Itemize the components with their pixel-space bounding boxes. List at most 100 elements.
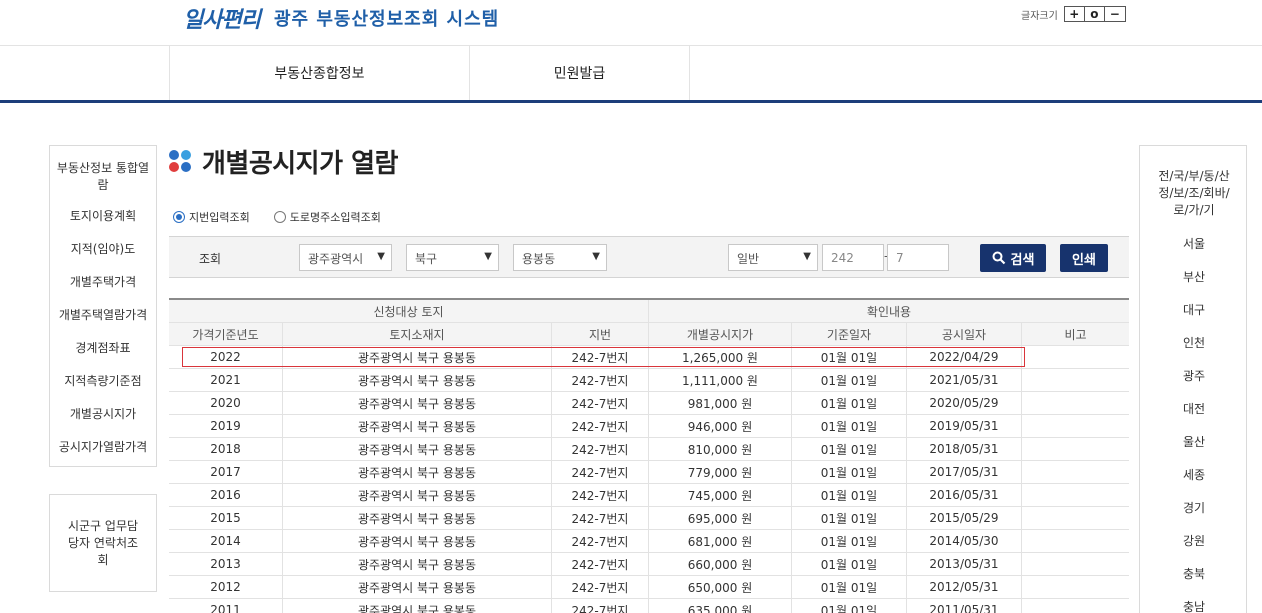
table-row[interactable]: 2018 광주광역시 북구 용봉동 242-7번지 810,000 원 01월 01일 2… [169,438,1129,461]
cell-year: 2019 [169,415,283,437]
region-link-gyeonggi[interactable]: 경기 [1140,499,1248,516]
cell-note [1022,369,1129,391]
sidebar-item-integrated-view[interactable]: 부동산정보 통합열람 [50,160,156,194]
table-row[interactable]: 2020 광주광역시 북구 용봉동 242-7번지 981,000 원 01월 01일 2… [169,392,1129,415]
cell-note [1022,599,1129,613]
search-button[interactable]: 검색 [980,244,1046,272]
cell-price: 1,265,000 원 [649,346,792,368]
region-link-daejeon[interactable]: 대전 [1140,400,1248,417]
region-link-gwangju[interactable]: 광주 [1140,367,1248,384]
region-link-chungbuk[interactable]: 충북 [1140,565,1248,582]
cell-lot: 242-7번지 [552,415,649,437]
region-link-sejong[interactable]: 세종 [1140,466,1248,483]
cell-note [1022,392,1129,414]
cell-note [1022,507,1129,529]
left-sidebar: 부동산정보 통합열람 토지이용계획 지적(임야)도 개별주택가격 개별주택열람가… [49,145,157,467]
site-logo[interactable]: 일사편리 광주 부동산정보조회 시스템 [183,0,499,36]
bubun-input[interactable]: 7 [887,244,949,271]
sido-select[interactable]: 광주광역시 ▼ [299,244,392,271]
region-link-daegu[interactable]: 대구 [1140,301,1248,318]
region-link-chungnam[interactable]: 충남 [1140,598,1248,613]
cell-base-date: 01월 01일 [792,346,907,368]
region-link-busan[interactable]: 부산 [1140,268,1248,285]
table-group-header-row: 신청대상 토지 확인내용 [169,300,1129,323]
table-row[interactable]: 2022 광주광역시 북구 용봉동 242-7번지 1,265,000 원 01월 01… [169,346,1129,369]
font-size-buttons: + o − [1063,6,1126,22]
region-link-incheon[interactable]: 인천 [1140,334,1248,351]
search-icon [992,251,1005,265]
font-increase-button[interactable]: + [1065,7,1085,21]
table-row[interactable]: 2015 광주광역시 북구 용봉동 242-7번지 695,000 원 01월 01일 2… [169,507,1129,530]
bonbun-input[interactable]: 242 [822,244,884,271]
table-row[interactable]: 2019 광주광역시 북구 용봉동 242-7번지 946,000 원 01월 01일 2… [169,415,1129,438]
land-type-select[interactable]: 일반 ▼ [728,244,818,271]
cell-announce-date: 2018/05/31 [907,438,1022,460]
sidebar-item-boundary-coordinates[interactable]: 경계점좌표 [50,340,156,357]
cell-announce-date: 2021/05/31 [907,369,1022,391]
dong-value: 용봉동 [522,252,556,266]
cell-note [1022,438,1129,460]
cell-lot: 242-7번지 [552,576,649,598]
table-row[interactable]: 2016 광주광역시 북구 용봉동 242-7번지 745,000 원 01월 01일 2… [169,484,1129,507]
cell-address: 광주광역시 북구 용봉동 [283,461,552,483]
sidebar-item-cadastral-map[interactable]: 지적(임야)도 [50,241,156,258]
font-reset-button[interactable]: o [1085,7,1105,21]
cell-price: 650,000 원 [649,576,792,598]
cell-announce-date: 2022/04/29 [907,346,1022,368]
radio-lot-number[interactable]: 지번입력조회 [173,209,250,225]
cell-announce-date: 2017/05/31 [907,461,1022,483]
group-header-apply: 신청대상 토지 [169,300,649,322]
cell-base-date: 01월 01일 [792,415,907,437]
radio-label: 도로명주소입력조회 [289,211,381,224]
sidebar-item-land-price-view[interactable]: 공시지가열람가격 [50,439,156,456]
sidebar-item-individual-house-price[interactable]: 개별주택가격 [50,274,156,291]
sigungu-select[interactable]: 북구 ▼ [406,244,499,271]
cell-address: 광주광역시 북구 용봉동 [283,530,552,552]
sidebar-item-official-land-price[interactable]: 개별공시지가 [50,406,156,423]
radio-label: 지번입력조회 [189,211,250,224]
radio-road-address[interactable]: 도로명주소입력조회 [273,209,381,225]
dong-select[interactable]: 용봉동 ▼ [513,244,607,271]
table-row[interactable]: 2012 광주광역시 북구 용봉동 242-7번지 650,000 원 01월 01일 2… [169,576,1129,599]
cell-announce-date: 2020/05/29 [907,392,1022,414]
region-link-ulsan[interactable]: 울산 [1140,433,1248,450]
nav-item-real-estate-info[interactable]: 부동산종합정보 [169,46,469,100]
radio-checked-icon [173,211,185,223]
cell-lot: 242-7번지 [552,599,649,613]
cell-note [1022,484,1129,506]
main-nav: 부동산종합정보 민원발급 [0,46,1262,103]
sidebar-item-house-price-view[interactable]: 개별주택열람가격 [50,307,156,324]
title-dot [169,161,179,172]
cell-lot: 242-7번지 [552,392,649,414]
print-button[interactable]: 인쇄 [1060,244,1108,272]
cell-price: 981,000 원 [649,392,792,414]
table-row[interactable]: 2011 광주광역시 북구 용봉동 242-7번지 635,000 원 01월 01일 2… [169,599,1129,613]
table-row[interactable]: 2021 광주광역시 북구 용봉동 242-7번지 1,111,000 원 01월 01… [169,369,1129,392]
font-decrease-button[interactable]: − [1105,7,1125,21]
site-header: 일사편리 광주 부동산정보조회 시스템 글자크기 + o − [0,0,1262,46]
site-title: 광주 부동산정보조회 시스템 [273,9,500,30]
table-row[interactable]: 2013 광주광역시 북구 용봉동 242-7번지 660,000 원 01월 01일 2… [169,553,1129,576]
sidebar-item-survey-reference[interactable]: 지적측량기준점 [50,373,156,390]
cell-lot: 242-7번지 [552,369,649,391]
contact-lookup-box[interactable]: 시군구 업무담당자 연락처조회 [49,494,157,592]
cell-address: 광주광역시 북구 용봉동 [283,507,552,529]
font-size-label: 글자크기 [1021,10,1058,22]
page-title: 개별공시지가 열람 [202,149,398,179]
sidebar-item-land-use-plan[interactable]: 토지이용계획 [50,208,156,225]
title-dot [169,149,179,160]
nav-item-civil-issuance[interactable]: 민원발급 [469,46,690,100]
region-link-gangwon[interactable]: 강원 [1140,532,1248,549]
radio-unchecked-icon [273,211,286,223]
search-mode-radios: 지번입력조회 도로명주소입력조회 [173,209,405,225]
table-body: 2022 광주광역시 북구 용봉동 242-7번지 1,265,000 원 01월 01… [169,346,1129,613]
table-row[interactable]: 2017 광주광역시 북구 용봉동 242-7번지 779,000 원 01월 01일 2… [169,461,1129,484]
cell-lot: 242-7번지 [552,438,649,460]
cell-year: 2018 [169,438,283,460]
cell-lot: 242-7번지 [552,484,649,506]
table-row[interactable]: 2014 광주광역시 북구 용봉동 242-7번지 681,000 원 01월 01일 2… [169,530,1129,553]
cell-announce-date: 2015/05/29 [907,507,1022,529]
cell-lot: 242-7번지 [552,553,649,575]
region-link-seoul[interactable]: 서울 [1140,235,1248,252]
cell-price: 810,000 원 [649,438,792,460]
